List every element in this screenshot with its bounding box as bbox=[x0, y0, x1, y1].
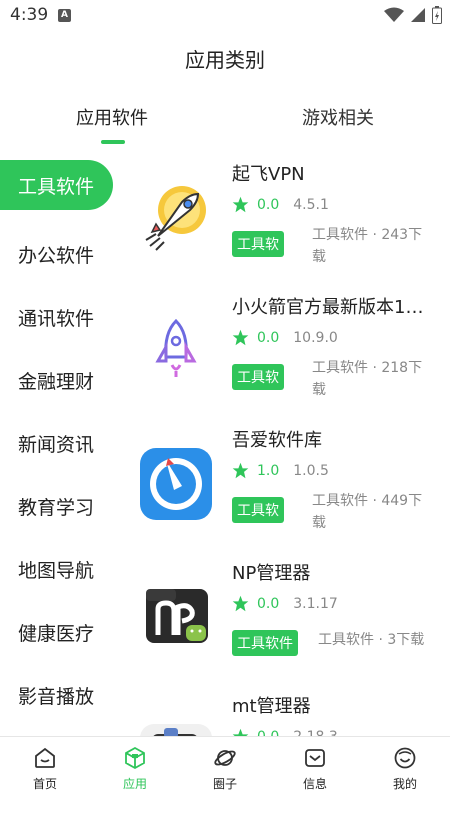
category-sidebar: 工具软件 办公软件 通讯软件 金融理财 新闻资讯 教育学习 地图导航 健康医疗 … bbox=[0, 160, 120, 727]
status-time: 4:39 bbox=[10, 5, 49, 25]
app-list: 起飞VPN 0.0 4.5.1 工具软 工具软件 · 243下载 小火箭官方最新… bbox=[130, 150, 440, 815]
cube-icon bbox=[125, 746, 145, 770]
sidebar-item-office[interactable]: 办公软件 bbox=[0, 223, 120, 286]
star-icon bbox=[232, 595, 249, 612]
sidebar-item-health[interactable]: 健康医疗 bbox=[0, 601, 120, 664]
category-tag: 工具软 bbox=[232, 497, 284, 523]
battery-icon bbox=[432, 6, 442, 24]
app-name: 吾爱软件库 bbox=[232, 430, 322, 451]
nav-label: 首页 bbox=[32, 777, 57, 791]
app-meta: 工具软件 · 218下载 bbox=[312, 360, 423, 398]
app-rating: 1.0 bbox=[257, 462, 280, 479]
compass-icon bbox=[140, 448, 212, 520]
tab-games[interactable]: 游戏相关 bbox=[302, 104, 374, 130]
status-bar: 4:39 A bbox=[0, 0, 450, 32]
star-icon bbox=[232, 196, 249, 213]
home-icon bbox=[35, 747, 55, 768]
rating-row: 1.0 1.0.5 bbox=[232, 462, 329, 479]
app-version: 10.9.0 bbox=[293, 329, 338, 346]
app-meta: 工具软件 · 449下载 bbox=[312, 493, 423, 531]
page-title: 应用类别 bbox=[185, 48, 265, 72]
category-tabs: 应用软件 游戏相关 bbox=[0, 104, 450, 144]
app-name: mt管理器 bbox=[232, 696, 311, 717]
rocket-outline-icon bbox=[155, 318, 197, 377]
nav-label: 我的 bbox=[392, 777, 417, 791]
app-version: 1.0.5 bbox=[293, 462, 329, 479]
message-icon bbox=[305, 749, 325, 767]
sidebar-item-education[interactable]: 教育学习 bbox=[0, 475, 120, 538]
smile-icon bbox=[394, 747, 416, 769]
active-tab-indicator bbox=[101, 140, 125, 144]
list-item[interactable]: NP管理器 0.0 3.1.17 工具软件 工具软件 · 3下载 bbox=[130, 549, 440, 682]
nav-home[interactable]: 首页 bbox=[0, 737, 90, 801]
category-tag: 工具软 bbox=[232, 364, 284, 390]
list-item[interactable]: 起飞VPN 0.0 4.5.1 工具软 工具软件 · 243下载 bbox=[130, 150, 440, 283]
sidebar-item-tools[interactable]: 工具软件 bbox=[0, 160, 113, 210]
nav-label: 圈子 bbox=[212, 777, 237, 791]
nav-apps[interactable]: 应用 bbox=[90, 737, 180, 801]
planet-icon bbox=[214, 750, 236, 766]
category-tag: 工具软 bbox=[232, 231, 284, 257]
nav-label: 信息 bbox=[302, 777, 327, 791]
rating-row: 0.0 4.5.1 bbox=[232, 196, 329, 213]
sidebar-item-communication[interactable]: 通讯软件 bbox=[0, 286, 120, 349]
category-tag: 工具软件 bbox=[232, 630, 298, 656]
rating-row: 0.0 3.1.17 bbox=[232, 595, 338, 612]
rating-row: 0.0 10.9.0 bbox=[232, 329, 338, 346]
sidebar-item-media[interactable]: 影音播放 bbox=[0, 664, 120, 727]
np-manager-icon bbox=[146, 589, 208, 643]
bottom-navigation: 首页 应用 圈子 信息 我的 bbox=[0, 736, 450, 801]
app-version: 4.5.1 bbox=[293, 196, 329, 213]
tab-apps[interactable]: 应用软件 bbox=[76, 104, 148, 130]
nav-messages[interactable]: 信息 bbox=[270, 737, 360, 801]
star-icon bbox=[232, 329, 249, 346]
signal-icon bbox=[411, 8, 425, 22]
sidebar-item-maps[interactable]: 地图导航 bbox=[0, 538, 120, 601]
list-item[interactable]: 小火箭官方最新版本1… 0.0 10.9.0 工具软 工具软件 · 218下载 bbox=[130, 283, 440, 416]
app-name: 小火箭官方最新版本1… bbox=[232, 297, 424, 318]
app-name: 起飞VPN bbox=[232, 164, 305, 185]
nav-label: 应用 bbox=[122, 777, 147, 791]
nav-profile[interactable]: 我的 bbox=[360, 737, 450, 801]
list-item[interactable]: 吾爱软件库 1.0 1.0.5 工具软 工具软件 · 449下载 bbox=[130, 416, 440, 549]
star-icon bbox=[232, 462, 249, 479]
wifi-icon bbox=[384, 7, 404, 22]
rocket-coin-icon bbox=[145, 186, 206, 251]
sidebar-item-finance[interactable]: 金融理财 bbox=[0, 349, 120, 412]
sidebar-item-news[interactable]: 新闻资讯 bbox=[0, 412, 120, 475]
app-version: 3.1.17 bbox=[293, 595, 338, 612]
app-meta: 工具软件 · 243下载 bbox=[312, 227, 423, 265]
app-rating: 0.0 bbox=[257, 595, 280, 612]
app-meta: 工具软件 · 3下载 bbox=[318, 632, 425, 648]
nav-community[interactable]: 圈子 bbox=[180, 737, 270, 801]
app-name: NP管理器 bbox=[232, 563, 311, 584]
app-rating: 0.0 bbox=[257, 329, 280, 346]
status-icons bbox=[384, 6, 442, 24]
app-rating: 0.0 bbox=[257, 196, 280, 213]
status-notification-icon: A bbox=[58, 9, 71, 22]
